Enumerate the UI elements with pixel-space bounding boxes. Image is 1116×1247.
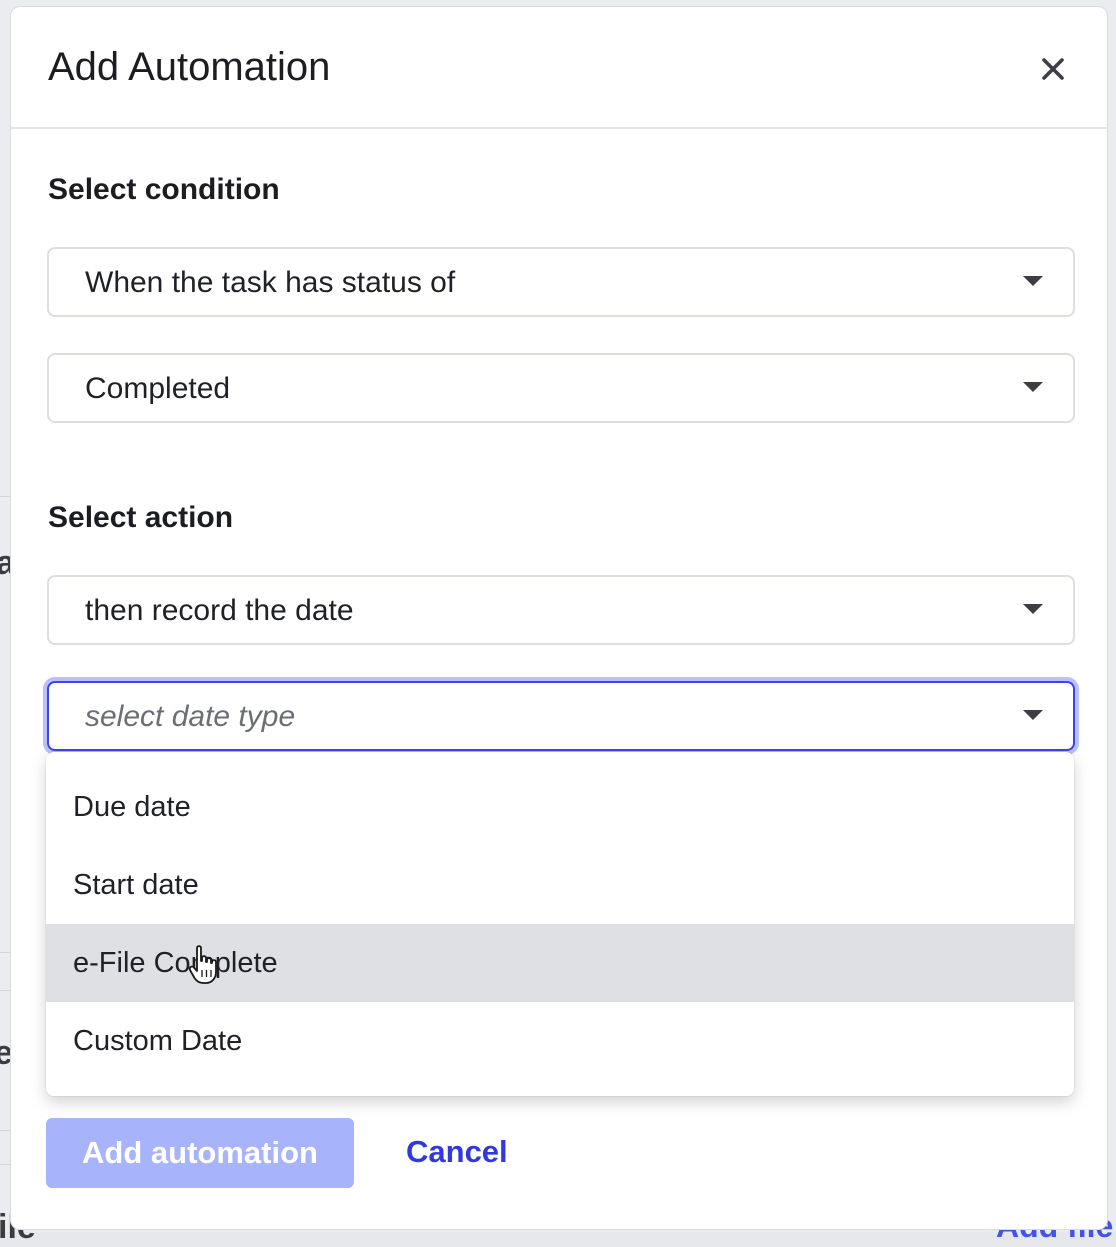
close-icon	[1042, 58, 1064, 80]
dropdown-option-due-date[interactable]: Due date	[46, 768, 1074, 846]
cancel-button[interactable]: Cancel	[406, 1134, 508, 1170]
date-type-placeholder: select date type	[85, 700, 296, 733]
date-type-dropdown-menu: Due date Start date e-File Complete Cust…	[46, 752, 1074, 1096]
chevron-down-icon	[1023, 276, 1043, 286]
modal-title: Add Automation	[48, 45, 331, 89]
dropdown-option-label: e-File Complete	[73, 947, 278, 979]
dropdown-option-start-date[interactable]: Start date	[46, 846, 1074, 924]
dropdown-option-custom-date[interactable]: Custom Date	[46, 1002, 1074, 1080]
dropdown-option-label: Due date	[73, 791, 191, 823]
pointer-hand-icon	[188, 944, 220, 986]
add-automation-button[interactable]: Add automation	[46, 1118, 354, 1188]
chevron-down-icon	[1023, 604, 1043, 614]
condition-status-value: Completed	[85, 372, 231, 405]
close-button[interactable]	[1033, 49, 1073, 89]
modal-header: Add Automation	[11, 7, 1107, 129]
action-value: then record the date	[85, 594, 354, 627]
select-action-label: Select action	[48, 501, 234, 534]
dropdown-option-label: Custom Date	[73, 1025, 243, 1057]
chevron-down-icon	[1023, 710, 1043, 720]
dropdown-option-label: Start date	[73, 869, 199, 901]
chevron-down-icon	[1023, 382, 1043, 392]
condition-status-select[interactable]: Completed	[47, 353, 1075, 423]
condition-trigger-select[interactable]: When the task has status of	[47, 247, 1075, 317]
date-type-select[interactable]: select date type	[47, 681, 1075, 751]
select-condition-label: Select condition	[48, 173, 280, 206]
condition-trigger-value: When the task has status of	[85, 266, 456, 299]
action-select[interactable]: then record the date	[47, 575, 1075, 645]
